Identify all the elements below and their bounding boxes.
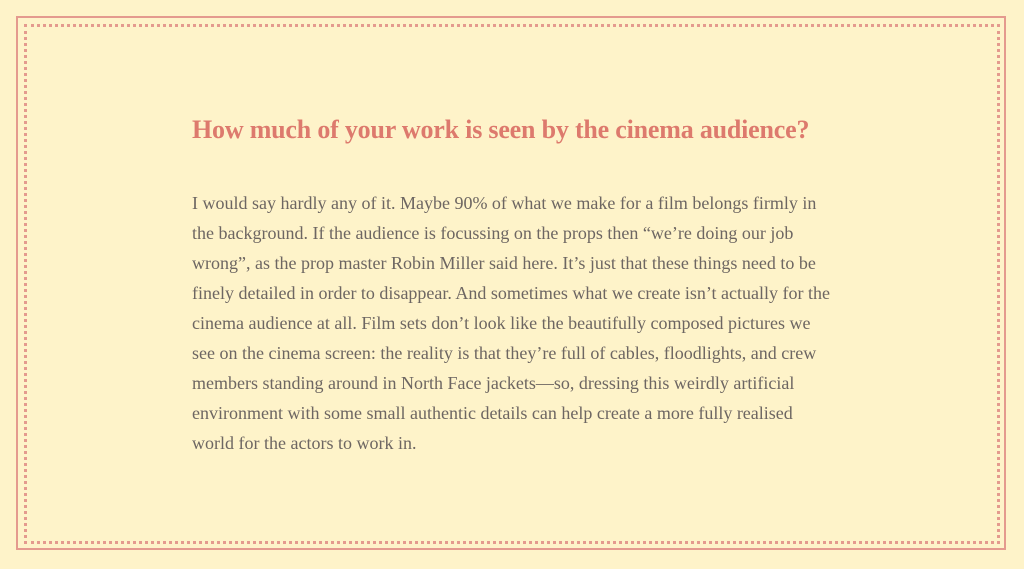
interview-content: How much of your work is seen by the cin…	[192, 112, 842, 458]
answer-paragraph: I would say hardly any of it. Maybe 90% …	[192, 193, 830, 453]
question-heading: How much of your work is seen by the cin…	[192, 115, 810, 144]
